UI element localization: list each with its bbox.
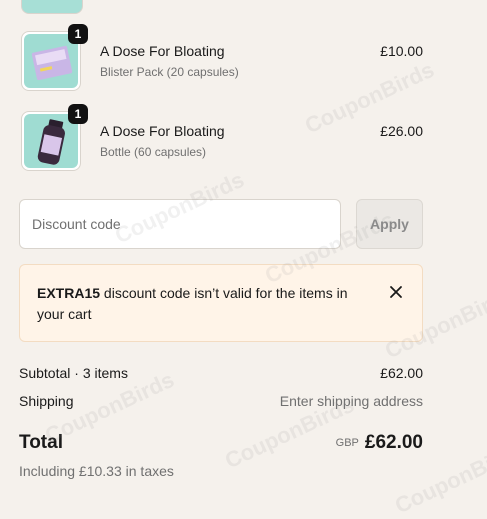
- cart-item: 1 A Dose For Bloating Bottle (60 capsule…: [0, 104, 487, 175]
- product-thumbnail-partial: [21, 0, 83, 14]
- shipping-label: Shipping: [19, 393, 74, 409]
- product-price: £26.00: [380, 123, 423, 139]
- product-price: £10.00: [380, 43, 423, 59]
- total-label: Total: [19, 432, 63, 453]
- close-icon[interactable]: [387, 283, 405, 301]
- quantity-badge: 1: [68, 104, 88, 124]
- taxes-note: Including £10.33 in taxes: [19, 463, 174, 479]
- discount-code-input[interactable]: [19, 199, 341, 249]
- quantity-badge: 1: [68, 24, 88, 44]
- total-value: £62.00: [364, 432, 423, 453]
- apply-button[interactable]: Apply: [356, 199, 423, 249]
- subtotal-label: Subtotal · 3 items: [19, 365, 128, 381]
- product-variant: Blister Pack (20 capsules): [100, 65, 239, 79]
- product-name: A Dose For Bloating: [100, 43, 225, 59]
- currency-code: GBP: [335, 437, 359, 449]
- cart-item: 1 A Dose For Bloating Blister Pack (20 c…: [0, 24, 487, 95]
- product-name: A Dose For Bloating: [100, 123, 225, 139]
- subtotal-value: £62.00: [380, 365, 423, 381]
- product-variant: Bottle (60 capsules): [100, 145, 207, 159]
- shipping-value: Enter shipping address: [279, 393, 423, 409]
- alert-message: EXTRA15 discount code isn’t valid for th…: [37, 283, 367, 325]
- discount-code: EXTRA15: [37, 285, 101, 301]
- discount-error-alert: EXTRA15 discount code isn’t valid for th…: [19, 264, 423, 342]
- total-amount-group: GBP £62.00: [336, 432, 423, 454]
